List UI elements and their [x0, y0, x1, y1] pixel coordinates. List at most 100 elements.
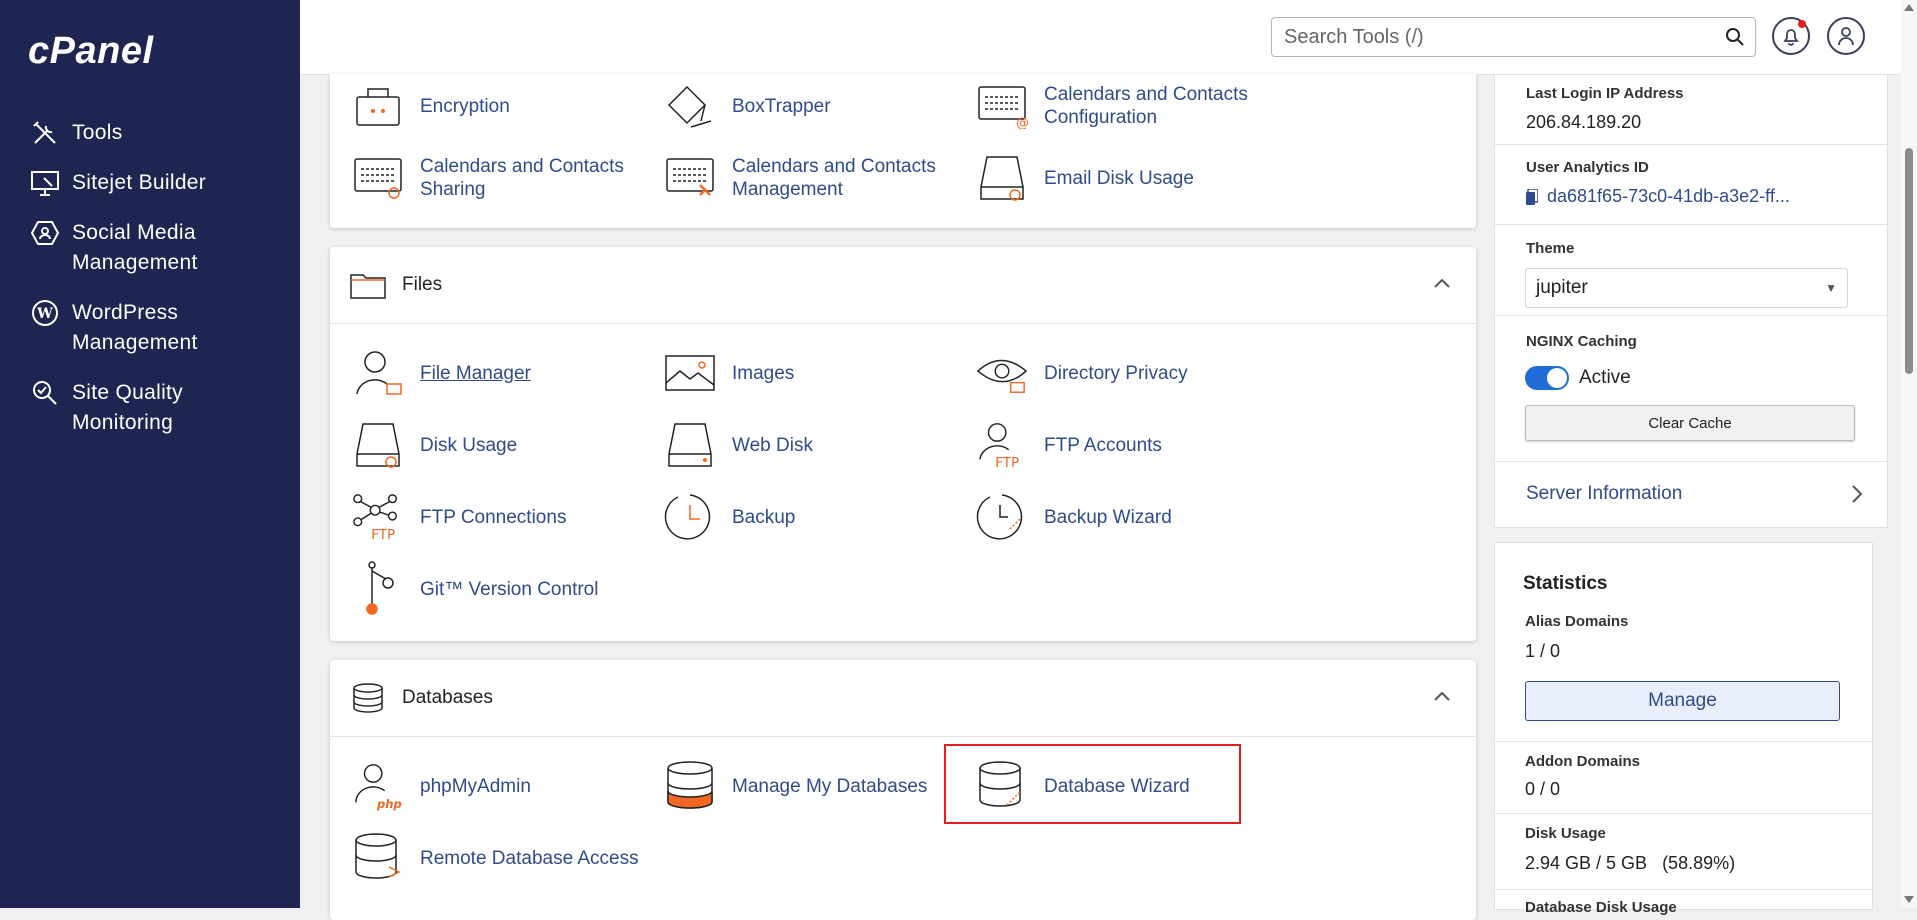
encryption-icon [352, 80, 404, 132]
manage-alias-domains-button[interactable]: Manage [1525, 681, 1840, 721]
scroll-thumb[interactable] [1905, 148, 1913, 374]
disk-usage-row: Disk Usage 2.94 GB / 5 GB (58.89%) [1495, 813, 1872, 890]
sidebar-item-site-quality[interactable]: Site Quality Monitoring [28, 378, 272, 438]
sidebar-item-label: Site Quality Monitoring [72, 381, 183, 434]
backup-wizard-icon [976, 491, 1028, 543]
addon-domains-row: Addon Domains 0 / 0 [1495, 741, 1872, 814]
server-information-link[interactable]: Server Information [1526, 483, 1682, 505]
tool-ftp-connections[interactable]: FTP FTP Connections [352, 491, 650, 543]
sidebar-item-tools[interactable]: Tools [28, 118, 272, 148]
email-disk-icon [976, 152, 1028, 204]
backup-icon [664, 491, 716, 543]
tool-boxtrapper[interactable]: BoxTrapper [664, 80, 962, 132]
sidebar-item-label: WordPress Management [72, 301, 198, 354]
user-icon [1838, 27, 1854, 46]
sidebar-item-wordpress[interactable]: W WordPress Management [28, 298, 272, 358]
last-login-row: Last Login IP Address 206.84.189.20 [1495, 75, 1887, 145]
svg-text:FTP: FTP [995, 455, 1019, 470]
caret-down-icon: ▼ [1825, 281, 1837, 295]
tool-disk-usage[interactable]: Disk Usage [352, 419, 650, 471]
manage-databases-icon [664, 760, 716, 812]
user-menu-button[interactable] [1827, 17, 1865, 55]
svg-text:FTP: FTP [371, 527, 395, 542]
chevron-up-icon[interactable] [1434, 275, 1450, 293]
sidebar-item-social-media[interactable]: Social Media Management [28, 218, 272, 278]
tool-git-version-control[interactable]: Git™ Version Control [352, 561, 650, 615]
tool-remote-database-access[interactable]: Remote Database Access [352, 832, 650, 884]
remote-database-icon [352, 832, 404, 884]
calendar-config-icon: @ [976, 80, 1028, 132]
calendar-sharing-icon [352, 152, 404, 204]
notification-dot [1798, 20, 1806, 28]
analytics-id-link[interactable]: da681f65-73c0-41db-a3e2-ff... [1547, 186, 1790, 207]
tool-email-disk-usage[interactable]: Email Disk Usage [976, 152, 1274, 204]
sidebar-item-label: Social Media Management [72, 221, 198, 274]
nginx-caching-toggle[interactable] [1525, 366, 1569, 390]
analytics-row: User Analytics ID da681f65-73c0-41db-a3e… [1495, 144, 1887, 225]
notifications-button[interactable] [1772, 17, 1810, 55]
chevron-up-icon[interactable] [1434, 688, 1450, 706]
search-input[interactable] [1282, 24, 1706, 50]
tool-calendars-management[interactable]: Calendars and Contacts Management [664, 152, 962, 204]
copy-icon[interactable] [1526, 188, 1539, 210]
databases-panel-header[interactable]: Databases [330, 660, 1476, 737]
page-scrollbar[interactable] [1901, 0, 1917, 908]
sidebar-item-label: Tools [72, 121, 123, 144]
tool-phpmyadmin[interactable]: php phpMyAdmin [352, 760, 650, 812]
tool-images[interactable]: Images [664, 347, 962, 399]
calendar-management-icon [664, 152, 716, 204]
statistics-title: Statistics [1523, 573, 1608, 594]
phpmyadmin-icon: php [352, 760, 404, 812]
images-icon [664, 347, 716, 399]
email-panel: Encryption BoxTrapper @ Calendars and Co… [330, 74, 1476, 228]
scroll-down-arrow[interactable] [1904, 896, 1914, 903]
tools-icon [28, 118, 62, 148]
files-panel-header[interactable]: Files [330, 247, 1476, 324]
git-icon [352, 561, 404, 615]
sidebar-item-sitejet-builder[interactable]: Sitejet Builder [28, 168, 272, 198]
search-box[interactable] [1271, 17, 1756, 57]
search-icon[interactable] [1725, 27, 1745, 52]
statistics-card: Statistics Alias Domains 1 / 0 Manage Ad… [1494, 542, 1873, 916]
ftp-connections-icon: FTP [352, 491, 404, 543]
databases-title: Databases [402, 687, 493, 708]
clear-cache-button[interactable]: Clear Cache [1525, 405, 1855, 441]
databases-panel: Databases php phpMyAdmin Manage My Datab… [330, 660, 1476, 920]
tool-web-disk[interactable]: Web Disk [664, 419, 962, 471]
file-manager-icon [352, 347, 404, 399]
tool-backup-wizard[interactable]: Backup Wizard [976, 491, 1274, 543]
alias-domains-row: Alias Domains 1 / 0 [1495, 613, 1872, 742]
tool-file-manager[interactable]: File Manager [352, 347, 650, 399]
files-panel: Files File Manager Images Directory Priv… [330, 247, 1476, 641]
ftp-accounts-icon: FTP [976, 419, 1028, 471]
top-header [300, 0, 1917, 75]
nginx-status: Active [1579, 367, 1631, 388]
tool-database-wizard[interactable]: Database Wizard [976, 760, 1274, 812]
chevron-right-icon[interactable] [1851, 484, 1863, 509]
svg-text:W: W [36, 306, 53, 322]
database-icon [350, 682, 386, 714]
tool-encryption[interactable]: Encryption [352, 80, 650, 132]
svg-text:php: php [376, 797, 402, 811]
tool-calendars-sharing[interactable]: Calendars and Contacts Sharing [352, 152, 650, 204]
scroll-up-arrow[interactable] [1904, 4, 1914, 11]
sidebar-item-label: Sitejet Builder [72, 171, 207, 194]
tool-ftp-accounts[interactable]: FTP FTP Accounts [976, 419, 1274, 471]
folder-icon [350, 269, 386, 301]
web-disk-icon [664, 419, 716, 471]
svg-text:@: @ [1016, 116, 1028, 129]
directory-privacy-icon [976, 347, 1028, 399]
boxtrapper-icon [664, 80, 716, 132]
tool-backup[interactable]: Backup [664, 491, 962, 543]
tool-manage-my-databases[interactable]: Manage My Databases [664, 760, 962, 812]
tool-directory-privacy[interactable]: Directory Privacy [976, 347, 1274, 399]
social-icon [28, 218, 62, 248]
theme-select[interactable]: jupiter ▼ [1525, 268, 1848, 308]
bell-icon [1783, 29, 1799, 46]
files-title: Files [402, 274, 443, 295]
tool-calendars-config[interactable]: @ Calendars and Contacts Configuration [976, 80, 1274, 132]
cpanel-logo[interactable]: cPanel [28, 30, 154, 73]
wordpress-icon: W [28, 298, 62, 328]
database-wizard-icon [976, 760, 1028, 812]
monitor-icon [28, 168, 62, 198]
